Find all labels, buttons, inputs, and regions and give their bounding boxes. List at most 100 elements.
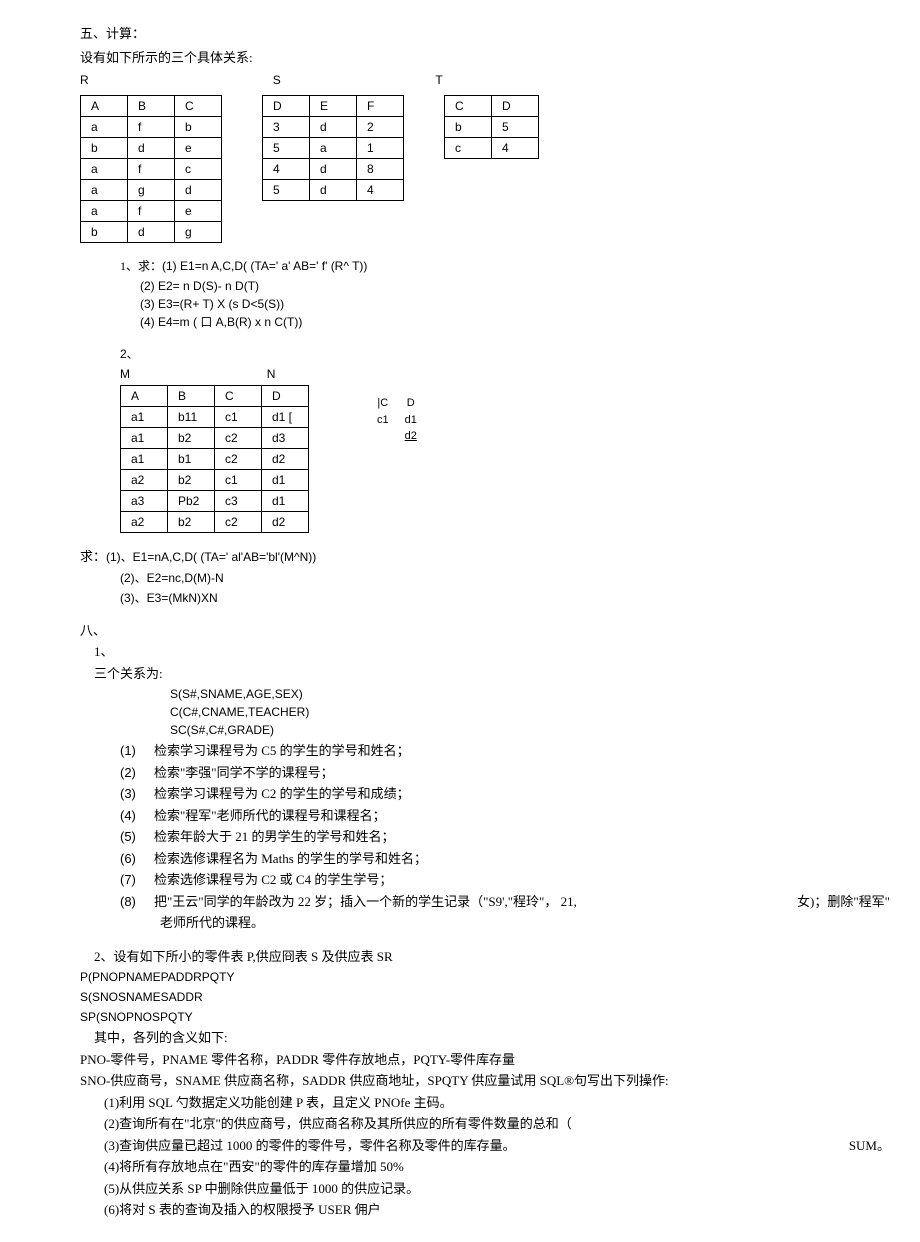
- query-item: (5)检索年龄大于 21 的男学生的学号和姓名；: [120, 827, 840, 847]
- table-header-cell: C: [445, 96, 492, 117]
- table-cell: f: [128, 159, 175, 180]
- op-item: (4)将所有存放地点在"西安"的零件的库存量增加 50%: [104, 1157, 840, 1177]
- table-cell: b: [81, 138, 128, 159]
- item-text: 检索选修课程名为 Maths 的学生的学号和姓名；: [154, 851, 427, 866]
- table-row: a1b2c2d3: [121, 428, 309, 449]
- relation-labels: R S T: [80, 71, 840, 89]
- item-text: 检索选修课程号为 C2 或 C4 的学生学号；: [154, 872, 392, 887]
- item-text: 检索"程军"老师所代的课程号和课程名；: [154, 808, 386, 823]
- item-number: (5): [120, 827, 154, 847]
- q1-e3: (3) E3=(R+ T) X (s D<5(S)): [140, 295, 840, 313]
- table-row: 3d2: [263, 117, 404, 138]
- table-r: ABCafbbdeafcagdafebdg: [80, 95, 222, 243]
- table-row: c1d1: [369, 412, 425, 429]
- table-cell: a: [81, 201, 128, 222]
- table-t: CDb5c4: [444, 95, 539, 159]
- sno-line: SNO-供应商号，SNAME 供应商名称，SADDR 供应商地址，SPQTY 供…: [80, 1071, 840, 1091]
- table-row: bdg: [81, 222, 222, 243]
- table-cell: d2: [262, 449, 309, 470]
- query-item: (7)检索选修课程号为 C2 或 C4 的学生学号；: [120, 870, 840, 890]
- table-cell: 5: [263, 138, 310, 159]
- cols-lead: 其中，各列的含义如下:: [94, 1028, 840, 1048]
- op-item: (3)查询供应量已超过 1000 的零件的零件号，零件名称及零件的库存量。SUM…: [104, 1136, 840, 1156]
- table-row: a2b2c2d2: [121, 512, 309, 533]
- table-header-cell: F: [357, 96, 404, 117]
- query-item: (8)把"王云"同学的年龄改为 22 岁；插入一个新的学生记录（"S9',"程玲…: [120, 892, 840, 912]
- table-cell: f: [128, 201, 175, 222]
- table-cell: 4: [263, 159, 310, 180]
- table-header-cell: D: [263, 96, 310, 117]
- table-row: a1b1c2d2: [121, 449, 309, 470]
- table-header-cell: B: [128, 96, 175, 117]
- schema-s2: S(SNOSNAMESADDR: [80, 988, 840, 1006]
- table-header-cell: A: [81, 96, 128, 117]
- op-item: (6)将对 S 表的查询及插入的权限授予 USER 佣户: [104, 1200, 840, 1220]
- sum-note: SUM。: [849, 1136, 890, 1156]
- table-cell: c1: [369, 412, 397, 429]
- table-header-cell: C: [175, 96, 222, 117]
- table-cell: |C: [369, 395, 397, 412]
- table-cell: a: [81, 159, 128, 180]
- heading-5-text: 五、计算：: [80, 26, 145, 41]
- label-m: M: [120, 365, 140, 383]
- table-cell: Pb2: [168, 491, 215, 512]
- item-number: (8): [120, 892, 154, 912]
- heading-8-1: 1、: [94, 642, 840, 662]
- table-cell: d: [310, 159, 357, 180]
- table-cell: a: [310, 138, 357, 159]
- table-cell: a2: [121, 512, 168, 533]
- item8-tail: 老师所代的课程。: [160, 913, 840, 933]
- table-cell: a1: [121, 407, 168, 428]
- table-row: d2: [369, 428, 425, 445]
- table-cell: d3: [262, 428, 309, 449]
- item-number: (6): [120, 849, 154, 869]
- label-t: T: [435, 71, 442, 89]
- table-cell: d: [128, 138, 175, 159]
- table-cell: 1: [357, 138, 404, 159]
- table-cell: a1: [121, 449, 168, 470]
- table-cell: d1: [262, 491, 309, 512]
- query-item: (6)检索选修课程名为 Maths 的学生的学号和姓名；: [120, 849, 840, 869]
- table-cell: 4: [357, 180, 404, 201]
- tables-row-1: ABCafbbdeafcagdafebdg DEF3d25a14d85d4 CD…: [80, 95, 840, 243]
- mn-labels: M N: [120, 365, 840, 383]
- label-s: S: [273, 71, 299, 89]
- table-cell: c2: [215, 512, 262, 533]
- table-s: DEF3d25a14d85d4: [262, 95, 404, 201]
- q2e-e2: (2)、E2=nc,D(M)-N: [120, 569, 840, 587]
- item-number: (2): [120, 763, 154, 783]
- schema-p2: P(PNOPNAMEPADDRPQTY: [80, 968, 840, 986]
- table-row: a2b2c1d1: [121, 470, 309, 491]
- table-header-cell: A: [121, 386, 168, 407]
- table-header-cell: D: [492, 96, 539, 117]
- table-row: b5: [445, 117, 539, 138]
- table-cell: 5: [263, 180, 310, 201]
- table-cell: d: [310, 180, 357, 201]
- q1-e2: (2) E2= n D(S)- n D(T): [140, 277, 840, 295]
- q2e-e1: (1)、E1=nA,C,D( (TA=' al'AB='bl'(M^N)): [106, 550, 316, 564]
- schema-s: S(S#,SNAME,AGE,SEX): [170, 685, 840, 703]
- q2e-e3: (3)、E3=(MkN)XN: [120, 589, 840, 607]
- table-cell: g: [128, 180, 175, 201]
- item-number: (1): [120, 741, 154, 761]
- table-row: a1b11c1d1 [: [121, 407, 309, 428]
- table-header-cell: E: [310, 96, 357, 117]
- q2e-lead: 求：: [80, 549, 106, 564]
- table-cell: c3: [215, 491, 262, 512]
- table-cell: b: [175, 117, 222, 138]
- table-cell: 3: [263, 117, 310, 138]
- q1-lead: 1、求：: [120, 259, 162, 273]
- query-item: (1)检索学习课程号为 C5 的学生的学号和姓名；: [120, 741, 840, 761]
- table-cell: c2: [215, 449, 262, 470]
- table-cell: 4: [492, 138, 539, 159]
- q2-lead: 2、: [120, 345, 840, 363]
- table-row: afc: [81, 159, 222, 180]
- table-row: agd: [81, 180, 222, 201]
- q2e-line1: 求：(1)、E1=nA,C,D( (TA=' al'AB='bl'(M^N)): [80, 547, 840, 567]
- table-header-cell: C: [215, 386, 262, 407]
- table-cell: c2: [215, 428, 262, 449]
- table-cell: D: [397, 395, 425, 412]
- table-cell: c: [175, 159, 222, 180]
- item-number: (7): [120, 870, 154, 890]
- table-cell: a: [81, 117, 128, 138]
